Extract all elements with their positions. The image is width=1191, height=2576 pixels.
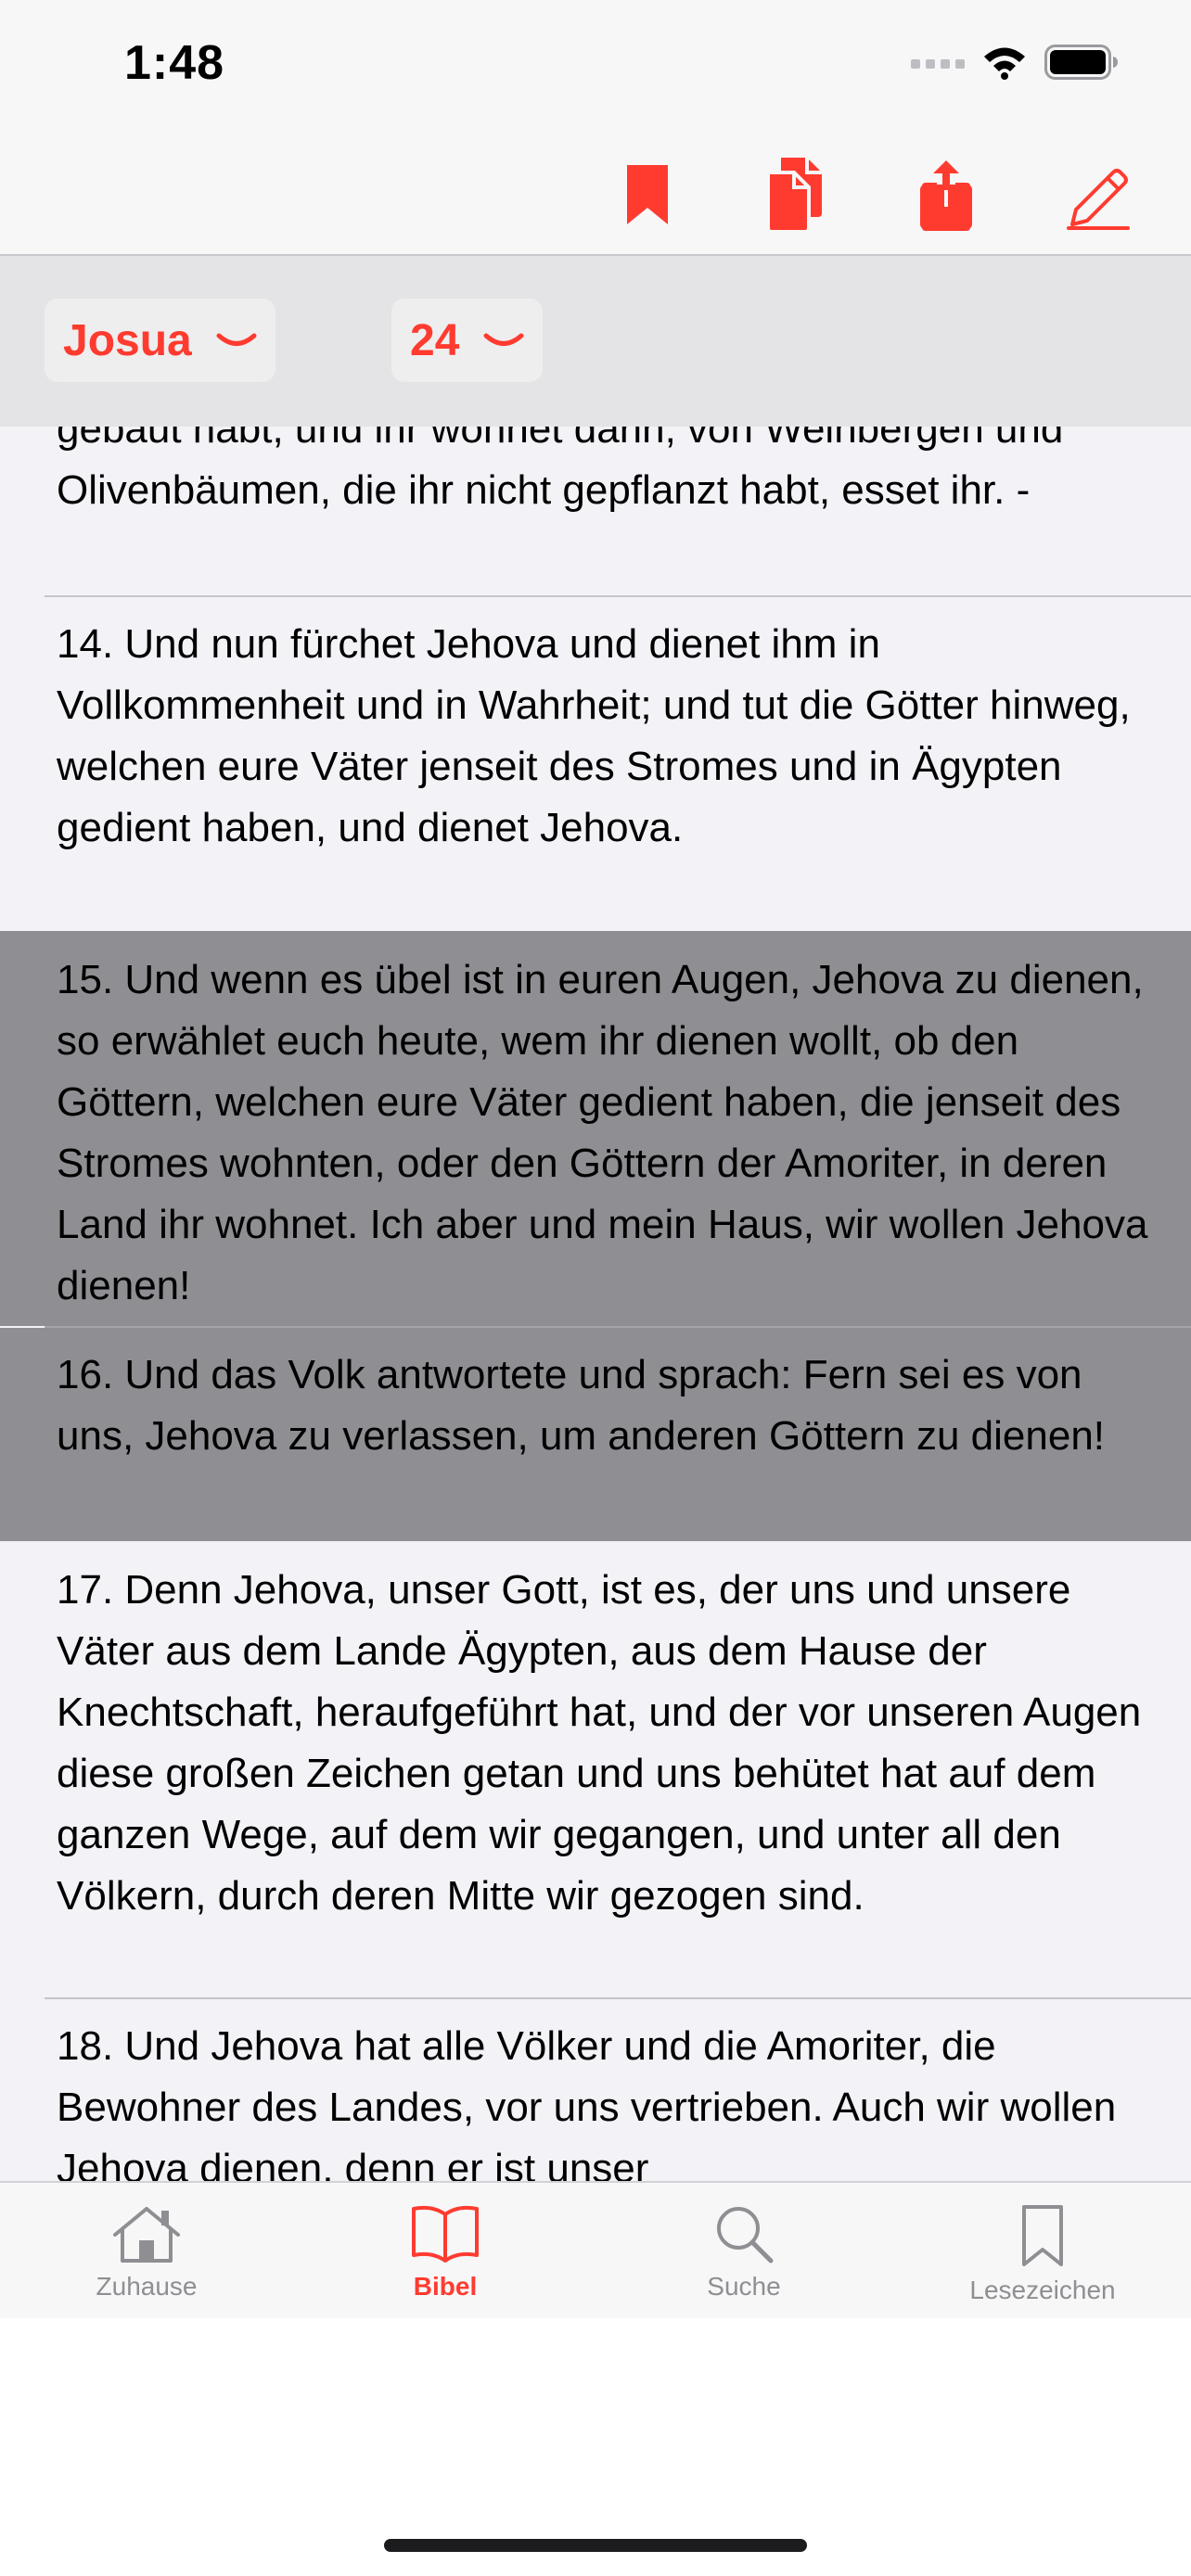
status-icons bbox=[911, 45, 1119, 80]
edit-button[interactable] bbox=[1059, 156, 1137, 234]
pencil-icon bbox=[1067, 169, 1130, 230]
tab-label: Suche bbox=[707, 2272, 781, 2301]
verse-item-selected[interactable]: 16. Und das Volk antwortete und sprach: … bbox=[0, 1328, 1191, 1541]
home-indicator[interactable] bbox=[384, 2539, 807, 2552]
tab-lesezeichen[interactable]: Lesezeichen bbox=[931, 2203, 1154, 2305]
chevron-down-icon bbox=[216, 333, 257, 346]
verse-item[interactable]: 14. Und nun fürchet Jehova und dienet ih… bbox=[0, 597, 1191, 927]
verse-item-selected[interactable]: 15. Und wenn es übel ist in euren Augen,… bbox=[0, 931, 1191, 1326]
wifi-icon bbox=[984, 47, 1025, 80]
battery-icon bbox=[1044, 45, 1118, 80]
chapter-selector[interactable]: 24 bbox=[391, 299, 544, 382]
verse-list[interactable]: gebaut habt, und ihr wohnet darin; von W… bbox=[0, 389, 1191, 2181]
copy-icon bbox=[766, 158, 822, 234]
share-icon bbox=[920, 160, 972, 231]
bottom-safe-area bbox=[0, 2318, 1191, 2576]
verse-item[interactable]: 18. Und Jehova hat alle Völker und die A… bbox=[0, 1999, 1191, 2181]
bookmark-icon bbox=[1022, 2205, 1063, 2266]
bookmark-button[interactable] bbox=[608, 156, 686, 234]
status-bar: 1:48 bbox=[0, 0, 1191, 139]
bookmark-icon bbox=[627, 165, 668, 224]
chevron-down-icon bbox=[483, 333, 524, 346]
book-chapter-selector-bar: Josua 24 bbox=[0, 256, 1191, 427]
book-selector[interactable]: Josua bbox=[45, 299, 275, 382]
reader-toolbar bbox=[0, 139, 1191, 256]
search-icon bbox=[717, 2207, 774, 2264]
chapter-number: 24 bbox=[410, 315, 460, 365]
status-time: 1:48 bbox=[124, 36, 225, 90]
cellular-signal-icon bbox=[911, 59, 965, 69]
book-name: Josua bbox=[63, 315, 192, 365]
tab-label: Bibel bbox=[413, 2272, 478, 2301]
verse-item[interactable]: 17. Denn Jehova, unser Gott, ist es, der… bbox=[0, 1541, 1191, 1996]
copy-button[interactable] bbox=[757, 156, 835, 234]
book-icon bbox=[412, 2205, 479, 2263]
tab-bibel[interactable]: Bibel bbox=[334, 2203, 557, 2302]
tab-zuhause[interactable]: Zuhause bbox=[35, 2203, 258, 2302]
share-button[interactable] bbox=[907, 156, 985, 234]
house-icon bbox=[113, 2207, 180, 2263]
tab-label: Zuhause bbox=[96, 2272, 198, 2301]
tab-bar: Zuhause Bibel Suche Lesezeichen bbox=[0, 2181, 1191, 2320]
tab-suche[interactable]: Suche bbox=[633, 2203, 855, 2302]
tab-label: Lesezeichen bbox=[969, 2276, 1116, 2304]
